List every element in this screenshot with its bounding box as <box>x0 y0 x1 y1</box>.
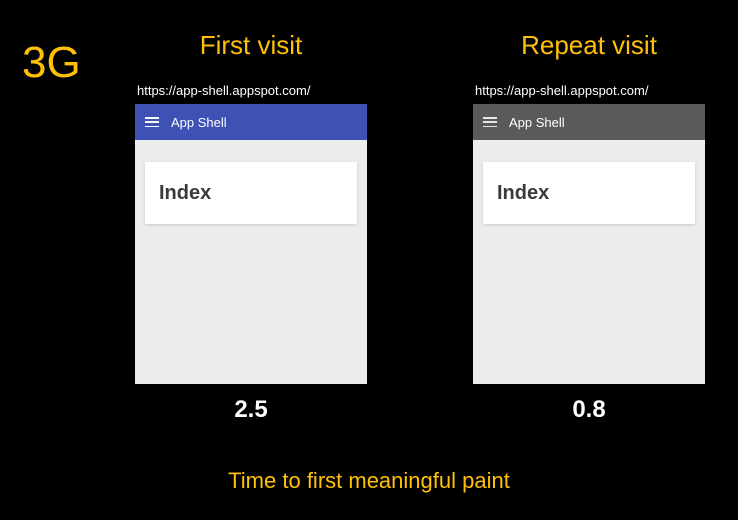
card-title-first: Index <box>159 182 211 205</box>
heading-repeat-visit: Repeat visit <box>521 30 657 61</box>
hamburger-icon <box>145 117 159 127</box>
timing-repeat: 0.8 <box>572 396 605 424</box>
columns-wrap: First visit https://app-shell.appspot.co… <box>135 30 705 424</box>
timing-first: 2.5 <box>234 396 267 424</box>
hamburger-icon <box>483 117 497 127</box>
phone-frame-repeat: App Shell Index <box>473 104 705 384</box>
app-title-repeat: App Shell <box>509 115 565 130</box>
network-badge: 3G <box>22 38 81 88</box>
app-title-first: App Shell <box>171 115 227 130</box>
card-title-repeat: Index <box>497 182 549 205</box>
app-bar-repeat: App Shell <box>473 104 705 140</box>
heading-first-visit: First visit <box>200 30 303 61</box>
column-repeat-visit: Repeat visit https://app-shell.appspot.c… <box>473 30 705 424</box>
phone-frame-first: App Shell Index <box>135 104 367 384</box>
column-first-visit: First visit https://app-shell.appspot.co… <box>135 30 367 424</box>
content-card-first: Index <box>145 162 357 224</box>
url-label-repeat: https://app-shell.appspot.com/ <box>473 83 648 98</box>
app-bar-first: App Shell <box>135 104 367 140</box>
content-card-repeat: Index <box>483 162 695 224</box>
slide-caption: Time to first meaningful paint <box>0 468 738 494</box>
url-label-first: https://app-shell.appspot.com/ <box>135 83 310 98</box>
